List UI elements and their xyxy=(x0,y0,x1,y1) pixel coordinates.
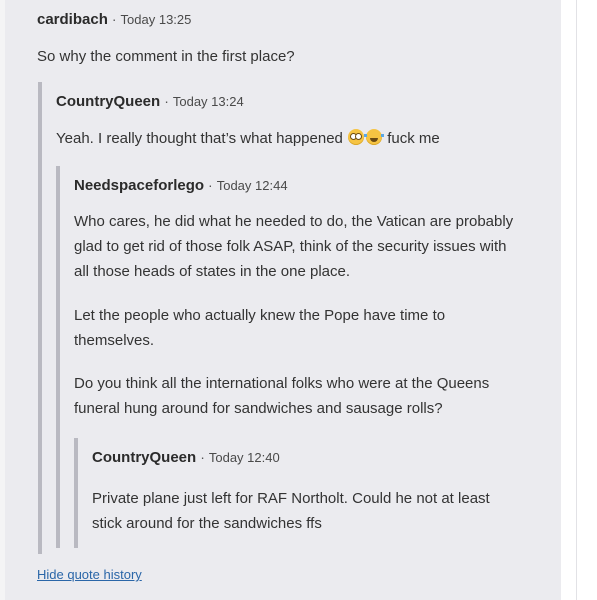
meta-separator: · xyxy=(208,177,213,193)
meta-separator: · xyxy=(164,93,169,109)
post-paragraph: Who cares, he did what he needed to do, … xyxy=(74,213,514,280)
author-name[interactable]: Needspaceforlego xyxy=(74,177,204,194)
post-body-level-1: Yeah. I really thought that’s what happe… xyxy=(56,126,556,151)
post-meta-level-1: CountryQueen · Today 13:24 xyxy=(56,92,244,111)
author-name[interactable]: CountryQueen xyxy=(92,449,196,466)
nested-quote-level-1: CountryQueen · Today 13:24 Yeah. I really … xyxy=(38,82,561,554)
post-text-after-emoji: fuck me xyxy=(387,130,440,147)
post-meta-outer: cardibach · Today 13:25 xyxy=(37,10,191,29)
nested-quote-level-3: CountryQueen · Today 12:40 Private plane j… xyxy=(74,438,490,548)
tears-of-joy-emoji-icon xyxy=(364,129,385,145)
quoted-post-card: cardibach · Today 13:25 So why the comment… xyxy=(5,0,561,600)
author-name[interactable]: CountryQueen xyxy=(56,93,160,110)
thread-page: cardibach · Today 13:25 So why the comment… xyxy=(0,0,597,600)
post-text-before-emoji: Yeah. I really thought that’s what happe… xyxy=(56,130,343,147)
right-gutter xyxy=(561,0,597,600)
post-meta-level-3: CountryQueen · Today 12:40 xyxy=(92,448,280,467)
post-paragraph: Let the people who actually knew the Pop… xyxy=(74,307,446,349)
post-timestamp: Today 12:44 xyxy=(216,178,288,193)
post-timestamp: Today 13:24 xyxy=(172,94,244,109)
meta-separator: · xyxy=(200,449,205,465)
post-timestamp: Today 12:40 xyxy=(208,450,280,465)
column-divider xyxy=(576,0,577,600)
meta-separator: · xyxy=(111,11,117,27)
post-meta-level-2: Needspaceforlego · Today 12:44 xyxy=(74,176,288,195)
flushed-face-emoji-icon xyxy=(348,129,365,145)
author-name[interactable]: cardibach xyxy=(37,11,108,28)
post-body-level-3: Private plane just left for RAF Northolt… xyxy=(92,490,490,532)
post-timestamp: Today 13:25 xyxy=(120,12,192,27)
hide-quote-history-link[interactable]: Hide quote history xyxy=(37,567,142,582)
nested-quote-level-2: Needspaceforlego · Today 12:44 Who cares, … xyxy=(56,166,561,548)
post-body-outer: So why the comment in the first place? xyxy=(37,48,295,65)
post-paragraph: Do you think all the international folks… xyxy=(74,375,490,417)
